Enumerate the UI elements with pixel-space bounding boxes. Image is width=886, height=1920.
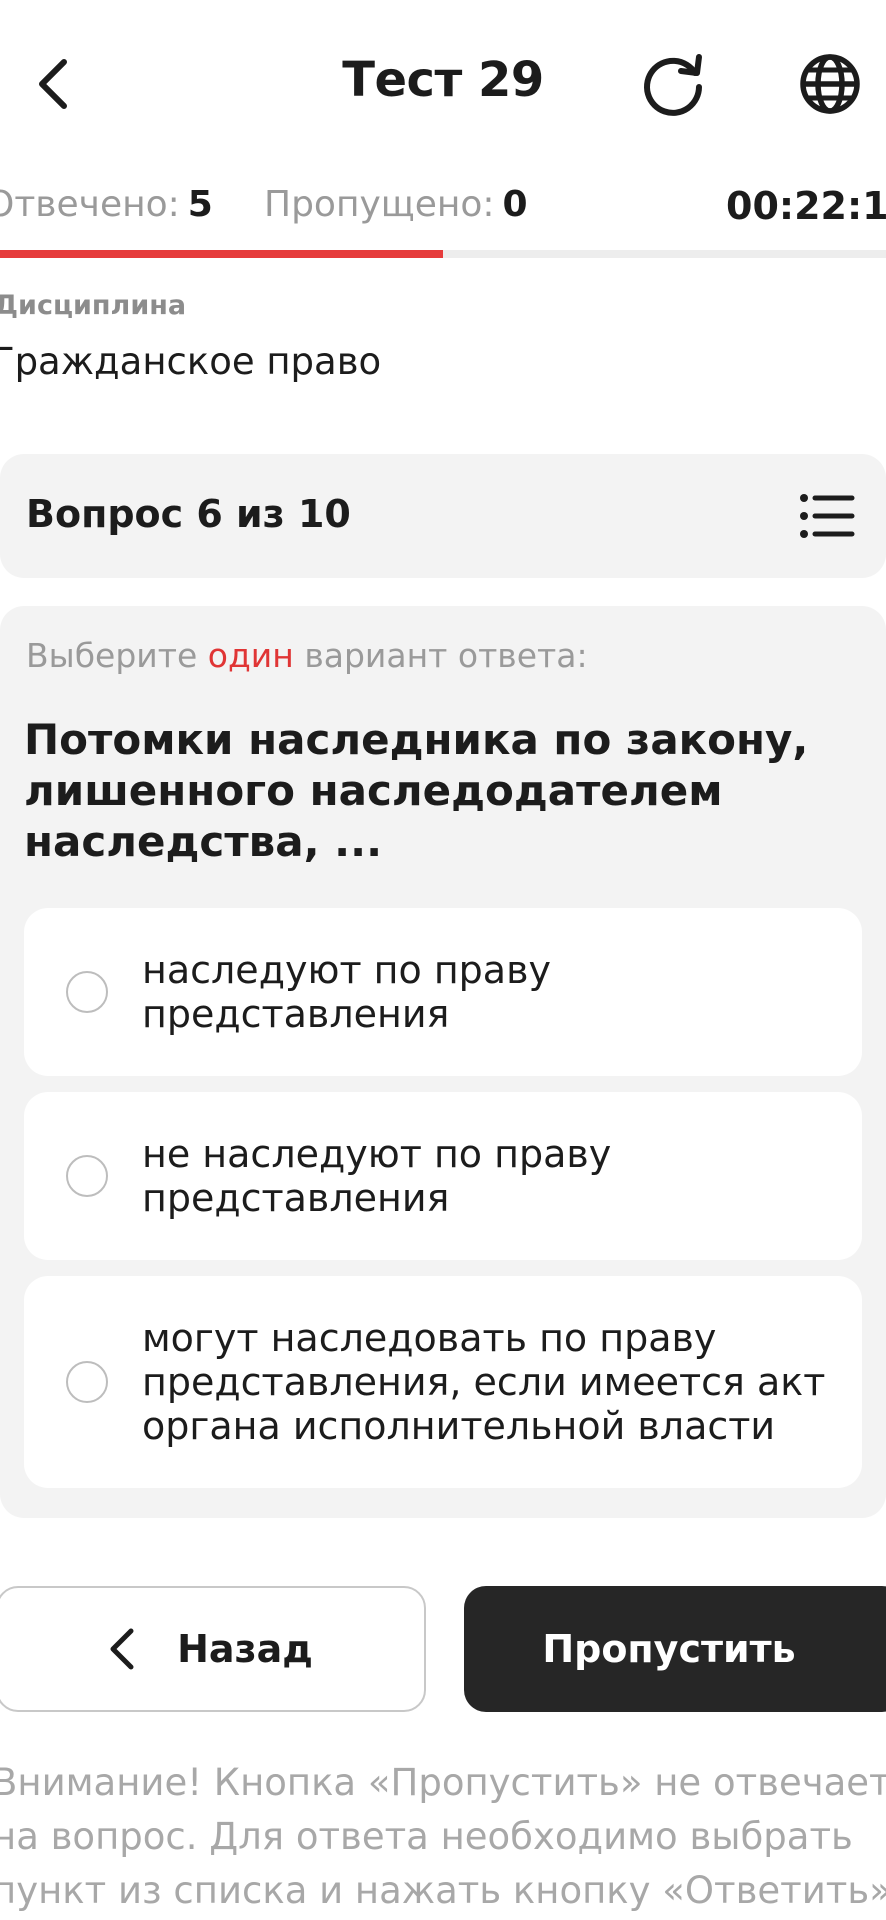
warning-text: Внимание! Кнопка «Пропустить» не отвечае…	[0, 1761, 886, 1912]
skipped-value: 0	[502, 184, 528, 225]
progress-fill	[0, 250, 443, 258]
discipline-name: Гражданское право	[0, 340, 382, 383]
skipped-label: Пропущено:	[264, 184, 495, 225]
refresh-button[interactable]	[638, 48, 710, 120]
question-navigator: Вопрос 6 из 10	[0, 454, 886, 578]
list-icon	[800, 494, 855, 538]
app-header: Тест 29	[0, 0, 886, 170]
refresh-icon	[644, 54, 702, 116]
page-title: Тест 29	[342, 52, 544, 108]
chevron-left-icon	[110, 1628, 134, 1670]
answered-label: Отвечено:	[0, 184, 180, 225]
skipped-count: Пропущено: 0	[264, 184, 528, 225]
question-card: Выберите один вариант ответа: Потомки на…	[0, 606, 886, 1518]
discipline-label: Дисциплина	[0, 290, 187, 321]
skip-button-label: Пропустить	[542, 1627, 796, 1671]
answer-instruction: Выберите один вариант ответа:	[26, 636, 588, 675]
answer-option-label: могут наследовать по праву представления…	[142, 1316, 826, 1448]
language-button[interactable]	[794, 48, 866, 120]
back-button-label: Назад	[177, 1627, 313, 1671]
timer: 00:22:13	[726, 184, 886, 228]
radio-button[interactable]	[66, 1155, 108, 1197]
question-text: Потомки наследника по закону, лишенного …	[24, 715, 809, 866]
previous-question-button[interactable]: Назад	[0, 1586, 426, 1712]
instruction-accent: один	[207, 636, 294, 675]
test-stats: Отвечено:5 Пропущено:0 00:22:13	[0, 180, 886, 240]
instruction-text-end: вариант ответа:	[304, 636, 588, 675]
globe-icon	[800, 54, 860, 114]
answer-option[interactable]: могут наследовать по праву представления…	[24, 1276, 862, 1488]
answer-option-label: наследуют по праву представления	[142, 948, 551, 1036]
answer-option[interactable]: наследуют по праву представления	[24, 908, 862, 1076]
skip-button[interactable]: Пропустить	[464, 1586, 886, 1712]
progress-bar	[0, 250, 886, 258]
answer-option[interactable]: не наследуют по праву представления	[24, 1092, 862, 1260]
radio-button[interactable]	[66, 971, 108, 1013]
answered-value: 5	[187, 184, 213, 225]
question-list-button[interactable]	[796, 486, 858, 546]
radio-button[interactable]	[66, 1361, 108, 1403]
answer-option-label: не наследуют по праву представления	[142, 1132, 612, 1220]
answered-count: Отвечено: 5	[0, 184, 213, 225]
question-counter: Вопрос 6 из 10	[26, 492, 351, 536]
instruction-text: Выберите	[26, 636, 198, 675]
